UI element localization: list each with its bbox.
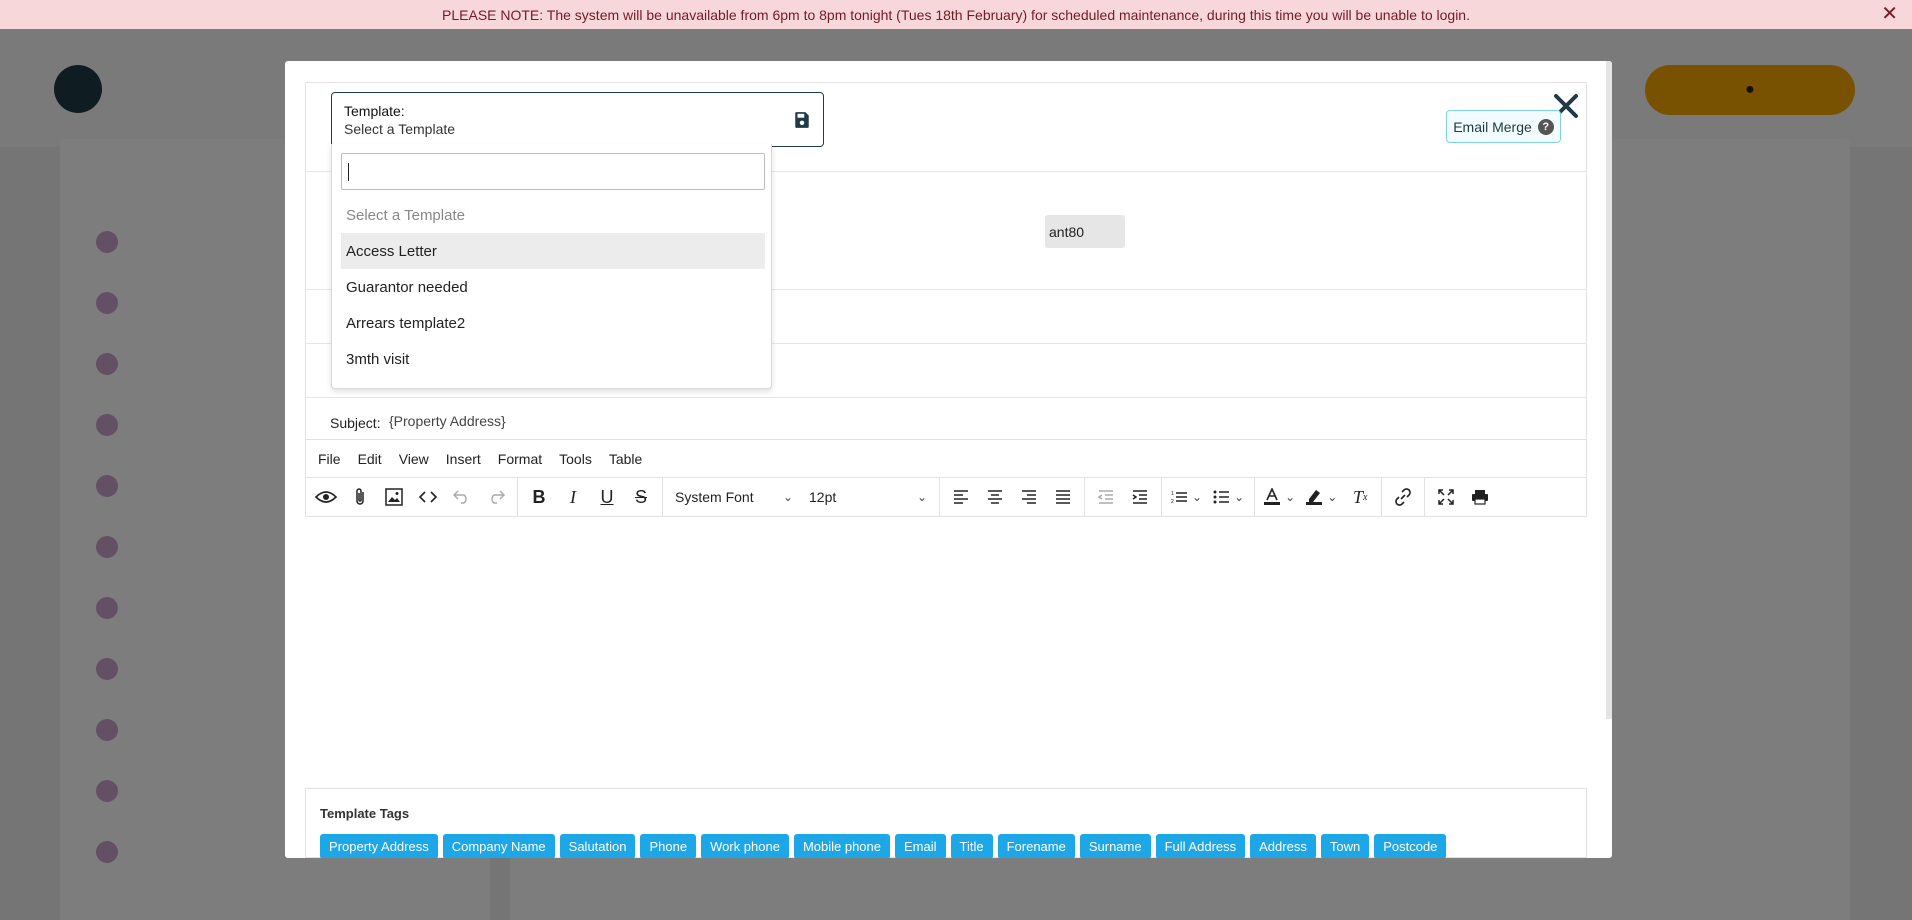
attachment-icon[interactable]	[343, 481, 377, 513]
menu-insert[interactable]: Insert	[446, 451, 481, 467]
banner-message: PLEASE NOTE: The system will be unavaila…	[442, 6, 1470, 23]
text-color-button[interactable]: ⌄	[1259, 481, 1301, 513]
tag-email[interactable]: Email	[895, 834, 946, 858]
svg-text:1: 1	[1171, 491, 1174, 497]
chevron-down-icon[interactable]: ⌄	[1285, 490, 1295, 504]
font-size-select[interactable]: 12pt ⌄	[801, 481, 935, 513]
text-caret	[348, 162, 349, 181]
highlight-button[interactable]: ⌄	[1301, 481, 1343, 513]
tag-mobile-phone[interactable]: Mobile phone	[793, 834, 890, 858]
numbered-list-icon[interactable]: 12	[1166, 481, 1192, 513]
email-merge-label: Email Merge	[1453, 118, 1532, 135]
menu-view[interactable]: View	[399, 451, 429, 467]
highlight-icon[interactable]	[1301, 481, 1327, 513]
toolbar-group-color: ⌄ ⌄ Tx	[1255, 478, 1383, 516]
toolbar-group-link	[1382, 478, 1426, 516]
toolbar-group-indent	[1085, 478, 1162, 516]
toolbar-group-lists: 12 ⌄ ⌄	[1162, 478, 1256, 516]
redo-icon[interactable]	[479, 481, 513, 513]
indent-icon[interactable]	[1123, 481, 1157, 513]
template-option[interactable]: Guarantor needed	[341, 269, 765, 305]
justify-icon[interactable]	[1046, 481, 1080, 513]
outdent-icon[interactable]	[1089, 481, 1123, 513]
align-right-icon[interactable]	[1012, 481, 1046, 513]
underline-icon[interactable]: U	[590, 481, 624, 513]
bullet-list-button[interactable]: ⌄	[1208, 481, 1250, 513]
font-size-value: 12pt	[809, 489, 837, 505]
chevron-down-icon[interactable]: ⌄	[1192, 490, 1202, 504]
preview-icon[interactable]	[309, 481, 343, 513]
image-icon[interactable]	[377, 481, 411, 513]
clear-format-icon[interactable]: Tx	[1343, 481, 1377, 513]
fullscreen-icon[interactable]	[1429, 481, 1463, 513]
help-icon[interactable]: ?	[1537, 118, 1554, 135]
tag-town[interactable]: Town	[1320, 834, 1370, 858]
font-family-select[interactable]: System Font ⌄	[667, 481, 801, 513]
code-icon[interactable]	[411, 481, 445, 513]
recipient-tag[interactable]: ant80	[1045, 215, 1125, 248]
template-label: Template:	[344, 103, 405, 119]
banner-close-icon[interactable]: ✕	[1881, 4, 1898, 24]
tag-title[interactable]: Title	[950, 834, 993, 858]
template-dropdown: Select a Template Access Letter Guaranto…	[331, 144, 772, 389]
editor-menubar: File Edit View Insert Format Tools Table	[305, 439, 1587, 477]
template-option[interactable]: Access Letter	[341, 233, 765, 269]
template-value: Select a Template	[344, 121, 456, 137]
toolbar-group-view	[1425, 478, 1501, 516]
maintenance-banner: PLEASE NOTE: The system will be unavaila…	[0, 0, 1912, 29]
toolbar-group-insert	[305, 478, 518, 516]
menu-tools[interactable]: Tools	[559, 451, 592, 467]
toolbar-group-align	[940, 478, 1085, 516]
print-icon[interactable]	[1463, 481, 1497, 513]
template-tags-list: Property Address Company Name Salutation…	[320, 834, 1447, 858]
undo-icon[interactable]	[445, 481, 479, 513]
template-option[interactable]: Arrears template2	[341, 305, 765, 341]
subject-label: Subject:	[330, 415, 381, 431]
modal-scrollbar[interactable]	[1606, 61, 1612, 719]
menu-file[interactable]: File	[318, 451, 341, 467]
tag-property-address[interactable]: Property Address	[320, 834, 438, 858]
text-color-icon[interactable]	[1259, 481, 1285, 513]
tag-surname[interactable]: Surname	[1079, 834, 1151, 858]
subject-input[interactable]: {Property Address}	[389, 413, 506, 429]
chevron-down-icon[interactable]: ⌄	[1327, 490, 1337, 504]
editor-toolbar: B I U S System Font ⌄ 12pt ⌄ 1 2 ⌄ ⌄ ⌄ ⌄…	[305, 477, 1587, 517]
toolbar-group-font: System Font ⌄ 12pt ⌄	[663, 478, 940, 516]
svg-text:2: 2	[1171, 499, 1174, 504]
email-merge-button[interactable]: Email Merge ?	[1446, 110, 1561, 143]
chevron-down-icon[interactable]: ⌄	[1234, 490, 1244, 504]
divider	[305, 397, 1587, 398]
font-family-value: System Font	[675, 489, 754, 505]
tag-postcode[interactable]: Postcode	[1374, 834, 1447, 858]
chevron-down-icon: ⌄	[916, 490, 927, 504]
editor-body[interactable]	[305, 517, 1587, 789]
menu-edit[interactable]: Edit	[358, 451, 382, 467]
tag-full-address[interactable]: Full Address	[1155, 834, 1246, 858]
tag-forename[interactable]: Forename	[997, 834, 1075, 858]
bold-icon[interactable]: B	[522, 481, 556, 513]
template-option[interactable]: 3mth visit	[341, 341, 765, 377]
link-icon[interactable]	[1386, 481, 1420, 513]
tag-phone[interactable]: Phone	[640, 834, 697, 858]
align-left-icon[interactable]	[944, 481, 978, 513]
tag-salutation[interactable]: Salutation	[559, 834, 636, 858]
toolbar-group-format: B I U S	[518, 478, 663, 516]
tag-work-phone[interactable]: Work phone	[701, 834, 789, 858]
menu-table[interactable]: Table	[609, 451, 642, 467]
template-select[interactable]: Template: Select a Template	[331, 92, 824, 147]
template-search-input[interactable]	[341, 153, 765, 190]
numbered-list-button[interactable]: 12 ⌄	[1166, 481, 1208, 513]
strikethrough-icon[interactable]: S	[624, 481, 658, 513]
template-option-placeholder[interactable]: Select a Template	[341, 197, 765, 233]
align-center-icon[interactable]	[978, 481, 1012, 513]
italic-icon[interactable]: I	[556, 481, 590, 513]
chevron-down-icon: ⌄	[782, 490, 793, 504]
tag-address[interactable]: Address	[1250, 834, 1316, 858]
tag-company-name[interactable]: Company Name	[442, 834, 555, 858]
bullet-list-icon[interactable]	[1208, 481, 1234, 513]
save-icon[interactable]	[793, 111, 811, 129]
menu-format[interactable]: Format	[498, 451, 542, 467]
template-tags-title: Template Tags	[320, 806, 410, 821]
